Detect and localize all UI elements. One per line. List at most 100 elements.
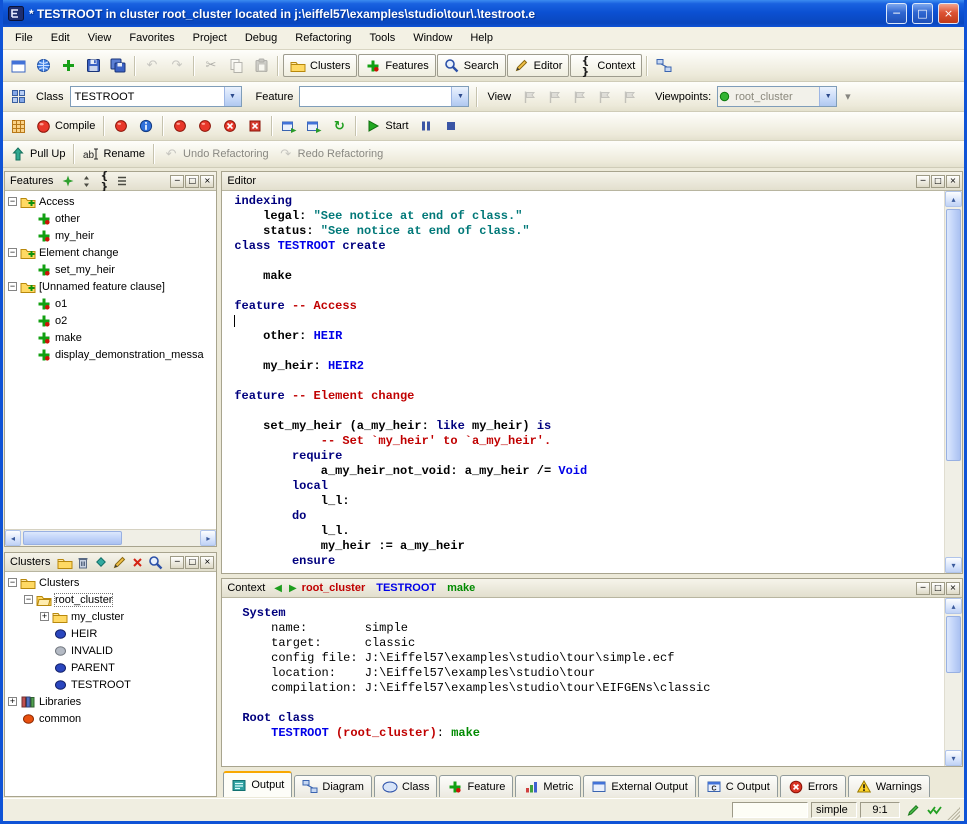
scroll-down-button[interactable]: ▾ [945,557,962,573]
menu-help[interactable]: Help [461,27,502,49]
cluster-item-testroot[interactable]: TESTROOT [5,676,216,693]
clusters-toggle-button[interactable]: Clusters [283,54,357,77]
address-grid-button[interactable] [6,85,30,108]
class-combobox[interactable]: TESTROOT ▼ [70,86,242,107]
context-vscrollbar[interactable]: ▴ ▾ [944,598,962,766]
breadcrumb-cluster[interactable]: root_cluster [302,582,366,594]
cluster-item-common[interactable]: common [5,710,216,727]
edit-mode-icon[interactable] [903,802,922,819]
search-toggle-button[interactable]: Search [437,54,506,77]
cluster-item-parent[interactable]: PARENT [5,659,216,676]
clusters-delete-button[interactable] [129,555,145,570]
save-button[interactable] [81,54,105,77]
new-window-button[interactable] [6,54,30,77]
context-panel-close-button[interactable]: × [946,582,960,595]
melt-button[interactable] [109,115,133,138]
tree-expander-icon[interactable]: − [8,197,17,206]
menu-view[interactable]: View [79,27,121,49]
cancel-compile-button[interactable] [218,115,242,138]
features-signature-button[interactable]: { } [96,174,112,189]
undo-button[interactable]: ↶ [140,54,164,77]
context-panel-maximize-button[interactable]: □ [931,582,945,595]
scrollbar-thumb[interactable] [946,209,961,461]
save-all-button[interactable] [106,54,130,77]
features-expand-button[interactable] [78,174,94,189]
features-toggle-button[interactable]: Features [358,54,435,77]
tab-c-output[interactable]: CC Output [698,775,778,797]
clusters-edit-button[interactable] [111,555,127,570]
paste-button[interactable] [249,54,273,77]
menu-file[interactable]: File [6,27,42,49]
editor-code[interactable]: indexing legal: "See notice at end of cl… [222,191,945,573]
feature-combobox[interactable]: ▼ [299,86,469,107]
clusters-remove-button[interactable] [75,555,91,570]
open-execution-tool-button[interactable] [302,115,326,138]
viewpoints-dropdown-button[interactable]: ▾ [841,85,864,108]
context-forward-button[interactable]: ▶ [287,583,299,594]
clusters-diagram-button[interactable] [93,555,109,570]
editor-area[interactable]: indexing legal: "See notice at end of cl… [222,191,962,573]
menu-project[interactable]: Project [184,27,236,49]
tab-warnings[interactable]: Warnings [848,775,930,797]
feature-item-o1[interactable]: o1 [5,295,216,312]
breadcrumb-class[interactable]: TESTROOT [376,582,436,594]
menu-refactoring[interactable]: Refactoring [286,27,360,49]
feature-item-other[interactable]: other [5,210,216,227]
tree-expander-icon[interactable]: + [8,697,17,706]
tab-metric[interactable]: Metric [515,775,581,797]
editor-toggle-button[interactable]: Editor [507,54,570,77]
compile-button[interactable]: Compile [31,115,99,138]
cluster-item-my-cluster[interactable]: +my_cluster [5,608,216,625]
tree-expander-icon[interactable]: − [24,595,33,604]
scrollbar-track[interactable] [21,530,200,546]
clusters-panel-minimize-button[interactable]: ─ [170,556,184,569]
new-item-button[interactable] [56,54,80,77]
rename-button[interactable]: abRename [79,143,149,166]
tree-expander-icon[interactable]: − [8,578,17,587]
viewpoints-combobox[interactable]: root_cluster ▼ [717,86,837,107]
scrollbar-track[interactable] [945,614,962,750]
feature-item-set-my-heir[interactable]: set_my_heir [5,261,216,278]
cluster-item-invalid[interactable]: INVALID [5,642,216,659]
class-combobox-arrow-icon[interactable]: ▼ [224,87,241,106]
menu-tools[interactable]: Tools [361,27,405,49]
scroll-down-button[interactable]: ▾ [945,750,962,766]
clusters-search-button[interactable] [147,555,163,570]
outputs-button[interactable] [6,115,30,138]
freeze-button[interactable] [168,115,192,138]
menu-window[interactable]: Window [404,27,461,49]
features-panel-close-button[interactable]: × [200,175,214,188]
completion-status-icon[interactable] [925,802,944,819]
copy-button[interactable] [224,54,248,77]
info-button[interactable] [134,115,158,138]
editor-panel-close-button[interactable]: × [946,175,960,188]
menu-edit[interactable]: Edit [42,27,79,49]
view-flat-button[interactable] [567,85,591,108]
menu-favorites[interactable]: Favorites [120,27,183,49]
start-button[interactable]: Start [361,115,412,138]
finalize-button[interactable] [193,115,217,138]
features-panel-minimize-button[interactable]: ─ [170,175,184,188]
cluster-item-heir[interactable]: HEIR [5,625,216,642]
feature-item-display-demonstration-messa[interactable]: display_demonstration_messa [5,346,216,363]
maximize-button[interactable]: □ [912,3,933,24]
cluster-item-clusters[interactable]: −Clusters [5,574,216,591]
pause-button[interactable] [414,115,438,138]
tab-output[interactable]: Output [223,771,292,797]
status-filter-field[interactable] [732,802,808,818]
editor-panel-minimize-button[interactable]: ─ [916,175,930,188]
update-button[interactable]: ↻ [327,115,351,138]
feature-item-unnamed-feature-clause[interactable]: −[Unnamed feature clause] [5,278,216,295]
view-interface-button[interactable] [617,85,641,108]
features-sort-button[interactable] [60,174,76,189]
tree-expander-icon[interactable]: − [8,282,17,291]
minimize-button[interactable]: ─ [886,3,907,24]
undo-refactoring-button[interactable]: ↶Undo Refactoring [159,143,273,166]
features-hscrollbar[interactable]: ◂ ▸ [5,529,216,546]
tab-external-output[interactable]: External Output [583,775,695,797]
context-area[interactable]: System name: simple target: classic conf… [222,598,962,766]
clusters-add-button[interactable] [57,555,73,570]
tree-expander-icon[interactable]: − [8,248,17,257]
feature-item-o2[interactable]: o2 [5,312,216,329]
feature-item-make[interactable]: make [5,329,216,346]
